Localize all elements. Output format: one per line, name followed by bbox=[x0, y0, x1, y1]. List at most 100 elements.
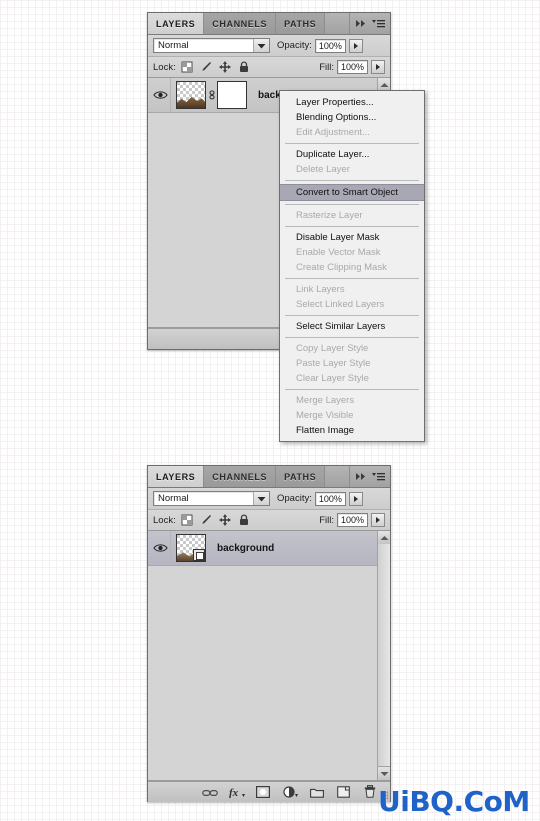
scroll-down-button[interactable] bbox=[378, 766, 390, 780]
menu-separator bbox=[285, 337, 419, 338]
tab-paths[interactable]: PATHS bbox=[276, 13, 326, 34]
blend-mode-select[interactable]: Normal bbox=[153, 38, 270, 53]
blend-mode-value: Normal bbox=[158, 493, 189, 504]
new-group-icon[interactable] bbox=[310, 785, 324, 799]
tab-layers[interactable]: LAYERS bbox=[148, 13, 205, 34]
panel-tab-controls bbox=[350, 466, 390, 487]
menu-item-link-layers: Link Layers bbox=[296, 284, 345, 295]
opacity-label: Opacity: bbox=[277, 493, 312, 504]
layer-name-label: background bbox=[217, 542, 275, 554]
opacity-input[interactable]: 100% bbox=[314, 491, 346, 506]
menu-separator bbox=[285, 278, 419, 279]
menu-item-select-linked-layers: Select Linked Layers bbox=[296, 299, 385, 310]
fill-input[interactable]: 100% bbox=[337, 60, 368, 74]
tab-channels[interactable]: CHANNELS bbox=[204, 466, 277, 487]
lock-transparency-icon[interactable] bbox=[181, 61, 193, 73]
menu-item-blending-options[interactable]: Blending Options... bbox=[280, 110, 424, 125]
blend-mode-row: Normal Opacity: 100% bbox=[148, 35, 390, 57]
panel-menu-icon[interactable] bbox=[372, 19, 385, 29]
add-mask-icon[interactable] bbox=[256, 785, 271, 799]
lock-row: Lock: Fill: 100% bbox=[148, 510, 390, 531]
panel-footer-after: fx bbox=[148, 781, 390, 802]
lock-position-move-icon[interactable] bbox=[218, 61, 231, 73]
layer-thumbnail[interactable] bbox=[176, 81, 206, 109]
menu-separator bbox=[285, 180, 419, 181]
menu-item-enable-vector-mask: Enable Vector Mask bbox=[296, 247, 381, 258]
menu-item-duplicate-layer[interactable]: Duplicate Layer... bbox=[280, 147, 424, 162]
panel-menu-icon[interactable] bbox=[372, 472, 385, 482]
fill-slider-button[interactable] bbox=[371, 60, 385, 74]
lock-transparency-icon[interactable] bbox=[181, 514, 193, 526]
scroll-up-button[interactable] bbox=[378, 531, 390, 545]
blend-mode-select[interactable]: Normal bbox=[153, 491, 270, 506]
table-row[interactable]: background bbox=[148, 531, 390, 566]
collapse-chevrons-icon[interactable] bbox=[356, 472, 367, 481]
tabbar-spacer bbox=[325, 466, 350, 487]
lock-icon-group bbox=[181, 514, 250, 526]
thumbnail-image bbox=[177, 96, 205, 108]
layer-visibility-toggle[interactable] bbox=[150, 531, 171, 565]
opacity-slider-button[interactable] bbox=[348, 38, 363, 53]
delete-layer-icon[interactable] bbox=[364, 785, 378, 799]
menu-item-rasterize-layer: Rasterize Layer bbox=[296, 210, 363, 221]
adjustment-icon[interactable] bbox=[283, 785, 298, 799]
blend-mode-row: Normal Opacity: 100% bbox=[148, 488, 390, 510]
lock-image-brush-icon[interactable] bbox=[200, 61, 212, 73]
menu-separator bbox=[285, 389, 419, 390]
scrollbar-track[interactable] bbox=[378, 544, 390, 767]
layers-panel-after: LAYERS CHANNELS PATHS Normal Opacity: 10… bbox=[147, 465, 391, 802]
layer-mask-thumbnail[interactable] bbox=[217, 81, 247, 109]
panel-tabbar: LAYERS CHANNELS PATHS bbox=[148, 13, 390, 35]
lock-all-icon[interactable] bbox=[238, 514, 250, 526]
opacity-label: Opacity: bbox=[277, 40, 312, 51]
site-watermark: UiBQ.CoM bbox=[378, 785, 530, 818]
layer-visibility-toggle[interactable] bbox=[150, 78, 171, 112]
fill-slider-button[interactable] bbox=[371, 513, 385, 527]
lock-position-move-icon[interactable] bbox=[218, 514, 231, 526]
menu-item-flatten-image[interactable]: Flatten Image bbox=[280, 423, 424, 438]
layer-list-scrollbar[interactable] bbox=[377, 531, 390, 780]
menu-item-create-clipping-mask: Create Clipping Mask bbox=[296, 262, 387, 273]
chevron-down-icon[interactable] bbox=[253, 492, 269, 505]
mask-link-icon[interactable] bbox=[206, 89, 217, 101]
layer-context-menu: Layer Properties... Blending Options... … bbox=[279, 90, 425, 442]
menu-item-convert-to-smart-object[interactable]: Convert to Smart Object bbox=[280, 184, 424, 201]
lock-label: Lock: bbox=[153, 61, 176, 73]
collapse-chevrons-icon[interactable] bbox=[356, 19, 367, 28]
layer-list: background bbox=[148, 531, 390, 781]
lock-icon-group bbox=[181, 61, 250, 73]
menu-item-edit-adjustment: Edit Adjustment... bbox=[296, 127, 370, 138]
opacity-input[interactable]: 100% bbox=[314, 38, 346, 53]
menu-item-clear-layer-style: Clear Layer Style bbox=[296, 373, 369, 384]
panel-tab-controls bbox=[350, 13, 390, 34]
lock-all-icon[interactable] bbox=[238, 61, 250, 73]
menu-separator bbox=[285, 315, 419, 316]
menu-item-select-similar-layers[interactable]: Select Similar Layers bbox=[280, 319, 424, 334]
tab-layers[interactable]: LAYERS bbox=[148, 466, 205, 487]
link-icon[interactable] bbox=[202, 785, 218, 799]
fill-label: Fill: bbox=[319, 514, 334, 526]
blend-mode-value: Normal bbox=[158, 40, 189, 51]
menu-item-paste-layer-style: Paste Layer Style bbox=[296, 358, 371, 369]
chevron-down-icon[interactable] bbox=[253, 39, 269, 52]
layer-thumbnail[interactable] bbox=[176, 534, 206, 562]
svg-text:fx: fx bbox=[229, 787, 239, 798]
opacity-slider-button[interactable] bbox=[348, 491, 363, 506]
new-layer-icon[interactable] bbox=[337, 785, 351, 799]
tabbar-spacer bbox=[325, 13, 350, 34]
menu-item-disable-layer-mask[interactable]: Disable Layer Mask bbox=[280, 230, 424, 245]
menu-item-copy-layer-style: Copy Layer Style bbox=[296, 343, 369, 354]
smart-object-badge-icon bbox=[193, 549, 205, 561]
fill-label: Fill: bbox=[319, 61, 334, 73]
lock-label: Lock: bbox=[153, 514, 176, 526]
menu-separator bbox=[285, 226, 419, 227]
menu-item-layer-properties[interactable]: Layer Properties... bbox=[280, 95, 424, 110]
lock-image-brush-icon[interactable] bbox=[200, 514, 212, 526]
menu-separator bbox=[285, 204, 419, 205]
lock-row: Lock: Fill: 100% bbox=[148, 57, 390, 78]
tab-channels[interactable]: CHANNELS bbox=[204, 13, 277, 34]
fill-input[interactable]: 100% bbox=[337, 513, 368, 527]
fx-icon[interactable]: fx bbox=[229, 785, 245, 799]
menu-item-merge-layers: Merge Layers bbox=[296, 395, 355, 406]
tab-paths[interactable]: PATHS bbox=[276, 466, 326, 487]
